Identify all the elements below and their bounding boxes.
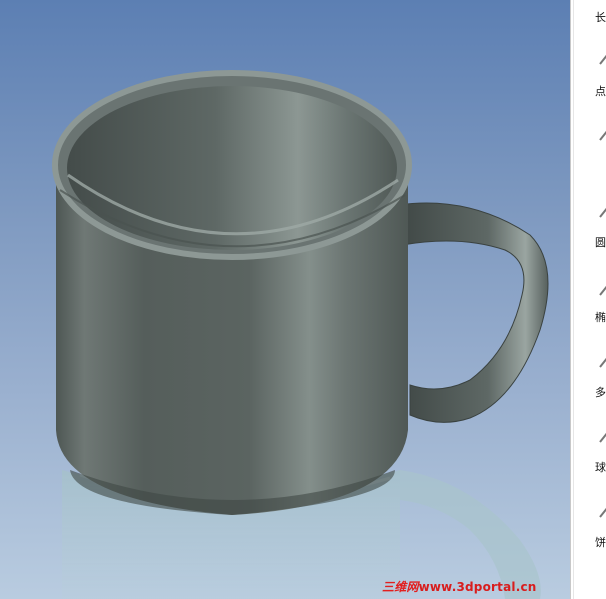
panel-item-label-polygon[interactable]: 多 (595, 387, 606, 399)
rectangle-icon[interactable] (599, 52, 606, 66)
panel-item-label-sphere[interactable]: 球 (595, 462, 606, 474)
sphere-icon[interactable] (599, 430, 606, 444)
circle-icon[interactable] (599, 205, 606, 219)
panel-divider (573, 0, 574, 599)
watermark-cn-text: 三维网 (382, 580, 419, 594)
tool-side-panel: 长 点 圆 椭 多 球 饼 (570, 0, 606, 599)
mug-handle (397, 202, 549, 423)
site-watermark: 三维网www.3dportal.cn (382, 578, 537, 595)
panel-item-label-pie[interactable]: 饼 (595, 537, 606, 549)
panel-item-label-rectangle[interactable]: 长 (595, 12, 606, 24)
point-icon[interactable] (599, 128, 606, 142)
polygon-icon[interactable] (599, 355, 606, 369)
mug-render (52, 70, 549, 599)
watermark-url: www.3dportal.cn (418, 580, 537, 594)
pie-icon[interactable] (599, 505, 606, 519)
panel-item-label-circle[interactable]: 圆 (595, 237, 606, 249)
ellipse-icon[interactable] (599, 283, 606, 297)
panel-item-label-ellipse[interactable]: 椭 (595, 312, 606, 324)
panel-item-label-point[interactable]: 点 (595, 86, 606, 98)
3d-viewport[interactable] (0, 0, 570, 599)
